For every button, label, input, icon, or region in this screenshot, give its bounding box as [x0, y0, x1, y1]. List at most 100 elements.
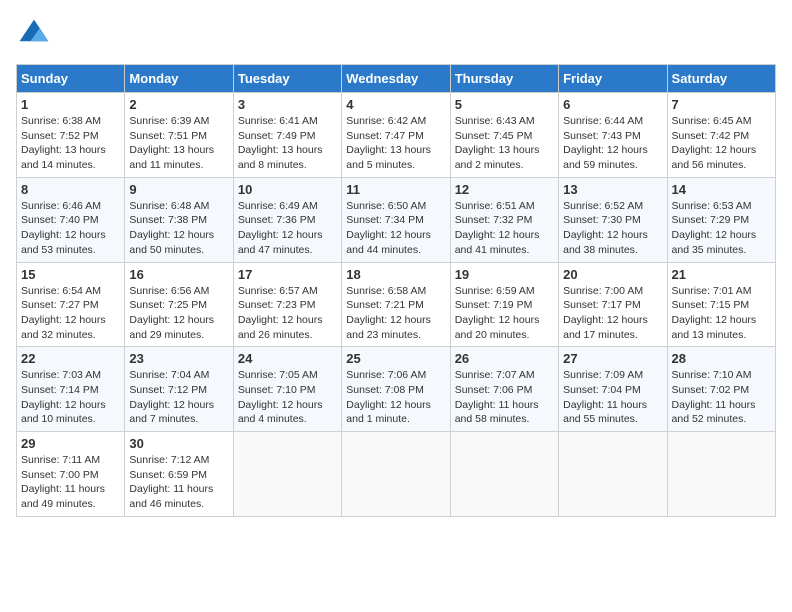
weekday-header: Thursday: [450, 65, 558, 93]
calendar-cell: 15 Sunrise: 6:54 AM Sunset: 7:27 PM Dayl…: [17, 262, 125, 347]
calendar-cell: 18 Sunrise: 6:58 AM Sunset: 7:21 PM Dayl…: [342, 262, 450, 347]
day-number: 29: [21, 436, 120, 451]
calendar-week-row: 29 Sunrise: 7:11 AM Sunset: 7:00 PM Dayl…: [17, 432, 776, 517]
calendar-cell: 2 Sunrise: 6:39 AM Sunset: 7:51 PM Dayli…: [125, 93, 233, 178]
cell-info: Sunrise: 6:50 AM Sunset: 7:34 PM Dayligh…: [346, 199, 445, 258]
page-header: [16, 16, 776, 52]
day-number: 4: [346, 97, 445, 112]
day-number: 20: [563, 267, 662, 282]
day-number: 9: [129, 182, 228, 197]
calendar-cell: 27 Sunrise: 7:09 AM Sunset: 7:04 PM Dayl…: [559, 347, 667, 432]
cell-info: Sunrise: 6:46 AM Sunset: 7:40 PM Dayligh…: [21, 199, 120, 258]
calendar-week-row: 8 Sunrise: 6:46 AM Sunset: 7:40 PM Dayli…: [17, 177, 776, 262]
weekday-header: Sunday: [17, 65, 125, 93]
logo: [16, 16, 56, 52]
weekday-header: Wednesday: [342, 65, 450, 93]
weekday-header: Friday: [559, 65, 667, 93]
day-number: 30: [129, 436, 228, 451]
cell-info: Sunrise: 6:54 AM Sunset: 7:27 PM Dayligh…: [21, 284, 120, 343]
day-number: 23: [129, 351, 228, 366]
calendar-week-row: 22 Sunrise: 7:03 AM Sunset: 7:14 PM Dayl…: [17, 347, 776, 432]
calendar-cell: 1 Sunrise: 6:38 AM Sunset: 7:52 PM Dayli…: [17, 93, 125, 178]
calendar-cell: 30 Sunrise: 7:12 AM Sunset: 6:59 PM Dayl…: [125, 432, 233, 517]
day-number: 13: [563, 182, 662, 197]
day-number: 1: [21, 97, 120, 112]
calendar-cell: 5 Sunrise: 6:43 AM Sunset: 7:45 PM Dayli…: [450, 93, 558, 178]
day-number: 26: [455, 351, 554, 366]
day-number: 27: [563, 351, 662, 366]
cell-info: Sunrise: 6:59 AM Sunset: 7:19 PM Dayligh…: [455, 284, 554, 343]
cell-info: Sunrise: 7:03 AM Sunset: 7:14 PM Dayligh…: [21, 368, 120, 427]
cell-info: Sunrise: 6:56 AM Sunset: 7:25 PM Dayligh…: [129, 284, 228, 343]
calendar-cell: [450, 432, 558, 517]
day-number: 6: [563, 97, 662, 112]
day-number: 22: [21, 351, 120, 366]
calendar-cell: 10 Sunrise: 6:49 AM Sunset: 7:36 PM Dayl…: [233, 177, 341, 262]
calendar-cell: 14 Sunrise: 6:53 AM Sunset: 7:29 PM Dayl…: [667, 177, 775, 262]
weekday-header: Monday: [125, 65, 233, 93]
calendar-cell: [667, 432, 775, 517]
calendar-cell: 4 Sunrise: 6:42 AM Sunset: 7:47 PM Dayli…: [342, 93, 450, 178]
calendar-cell: 7 Sunrise: 6:45 AM Sunset: 7:42 PM Dayli…: [667, 93, 775, 178]
day-number: 18: [346, 267, 445, 282]
calendar-table: SundayMondayTuesdayWednesdayThursdayFrid…: [16, 64, 776, 517]
cell-info: Sunrise: 7:01 AM Sunset: 7:15 PM Dayligh…: [672, 284, 771, 343]
day-number: 2: [129, 97, 228, 112]
cell-info: Sunrise: 7:04 AM Sunset: 7:12 PM Dayligh…: [129, 368, 228, 427]
calendar-cell: [233, 432, 341, 517]
day-number: 15: [21, 267, 120, 282]
cell-info: Sunrise: 7:05 AM Sunset: 7:10 PM Dayligh…: [238, 368, 337, 427]
calendar-cell: [342, 432, 450, 517]
day-number: 19: [455, 267, 554, 282]
cell-info: Sunrise: 6:49 AM Sunset: 7:36 PM Dayligh…: [238, 199, 337, 258]
calendar-week-row: 15 Sunrise: 6:54 AM Sunset: 7:27 PM Dayl…: [17, 262, 776, 347]
calendar-cell: 29 Sunrise: 7:11 AM Sunset: 7:00 PM Dayl…: [17, 432, 125, 517]
day-number: 28: [672, 351, 771, 366]
day-number: 8: [21, 182, 120, 197]
calendar-cell: 11 Sunrise: 6:50 AM Sunset: 7:34 PM Dayl…: [342, 177, 450, 262]
cell-info: Sunrise: 7:00 AM Sunset: 7:17 PM Dayligh…: [563, 284, 662, 343]
day-number: 7: [672, 97, 771, 112]
calendar-cell: 28 Sunrise: 7:10 AM Sunset: 7:02 PM Dayl…: [667, 347, 775, 432]
day-number: 16: [129, 267, 228, 282]
calendar-cell: 26 Sunrise: 7:07 AM Sunset: 7:06 PM Dayl…: [450, 347, 558, 432]
cell-info: Sunrise: 7:11 AM Sunset: 7:00 PM Dayligh…: [21, 453, 120, 512]
calendar-cell: 12 Sunrise: 6:51 AM Sunset: 7:32 PM Dayl…: [450, 177, 558, 262]
calendar-cell: 16 Sunrise: 6:56 AM Sunset: 7:25 PM Dayl…: [125, 262, 233, 347]
weekday-header: Tuesday: [233, 65, 341, 93]
calendar-cell: 20 Sunrise: 7:00 AM Sunset: 7:17 PM Dayl…: [559, 262, 667, 347]
cell-info: Sunrise: 6:53 AM Sunset: 7:29 PM Dayligh…: [672, 199, 771, 258]
cell-info: Sunrise: 7:09 AM Sunset: 7:04 PM Dayligh…: [563, 368, 662, 427]
cell-info: Sunrise: 7:06 AM Sunset: 7:08 PM Dayligh…: [346, 368, 445, 427]
cell-info: Sunrise: 6:57 AM Sunset: 7:23 PM Dayligh…: [238, 284, 337, 343]
calendar-cell: 23 Sunrise: 7:04 AM Sunset: 7:12 PM Dayl…: [125, 347, 233, 432]
calendar-cell: 24 Sunrise: 7:05 AM Sunset: 7:10 PM Dayl…: [233, 347, 341, 432]
calendar-cell: 22 Sunrise: 7:03 AM Sunset: 7:14 PM Dayl…: [17, 347, 125, 432]
day-number: 24: [238, 351, 337, 366]
cell-info: Sunrise: 6:39 AM Sunset: 7:51 PM Dayligh…: [129, 114, 228, 173]
calendar-cell: 21 Sunrise: 7:01 AM Sunset: 7:15 PM Dayl…: [667, 262, 775, 347]
cell-info: Sunrise: 6:43 AM Sunset: 7:45 PM Dayligh…: [455, 114, 554, 173]
calendar-cell: 25 Sunrise: 7:06 AM Sunset: 7:08 PM Dayl…: [342, 347, 450, 432]
calendar-week-row: 1 Sunrise: 6:38 AM Sunset: 7:52 PM Dayli…: [17, 93, 776, 178]
calendar-cell: 13 Sunrise: 6:52 AM Sunset: 7:30 PM Dayl…: [559, 177, 667, 262]
calendar-cell: 3 Sunrise: 6:41 AM Sunset: 7:49 PM Dayli…: [233, 93, 341, 178]
cell-info: Sunrise: 6:41 AM Sunset: 7:49 PM Dayligh…: [238, 114, 337, 173]
cell-info: Sunrise: 7:10 AM Sunset: 7:02 PM Dayligh…: [672, 368, 771, 427]
day-number: 12: [455, 182, 554, 197]
cell-info: Sunrise: 6:51 AM Sunset: 7:32 PM Dayligh…: [455, 199, 554, 258]
cell-info: Sunrise: 6:38 AM Sunset: 7:52 PM Dayligh…: [21, 114, 120, 173]
calendar-cell: [559, 432, 667, 517]
cell-info: Sunrise: 6:48 AM Sunset: 7:38 PM Dayligh…: [129, 199, 228, 258]
day-number: 3: [238, 97, 337, 112]
cell-info: Sunrise: 6:45 AM Sunset: 7:42 PM Dayligh…: [672, 114, 771, 173]
day-number: 17: [238, 267, 337, 282]
day-number: 10: [238, 182, 337, 197]
cell-info: Sunrise: 6:58 AM Sunset: 7:21 PM Dayligh…: [346, 284, 445, 343]
cell-info: Sunrise: 7:07 AM Sunset: 7:06 PM Dayligh…: [455, 368, 554, 427]
cell-info: Sunrise: 7:12 AM Sunset: 6:59 PM Dayligh…: [129, 453, 228, 512]
cell-info: Sunrise: 6:44 AM Sunset: 7:43 PM Dayligh…: [563, 114, 662, 173]
day-number: 21: [672, 267, 771, 282]
cell-info: Sunrise: 6:52 AM Sunset: 7:30 PM Dayligh…: [563, 199, 662, 258]
calendar-cell: 6 Sunrise: 6:44 AM Sunset: 7:43 PM Dayli…: [559, 93, 667, 178]
